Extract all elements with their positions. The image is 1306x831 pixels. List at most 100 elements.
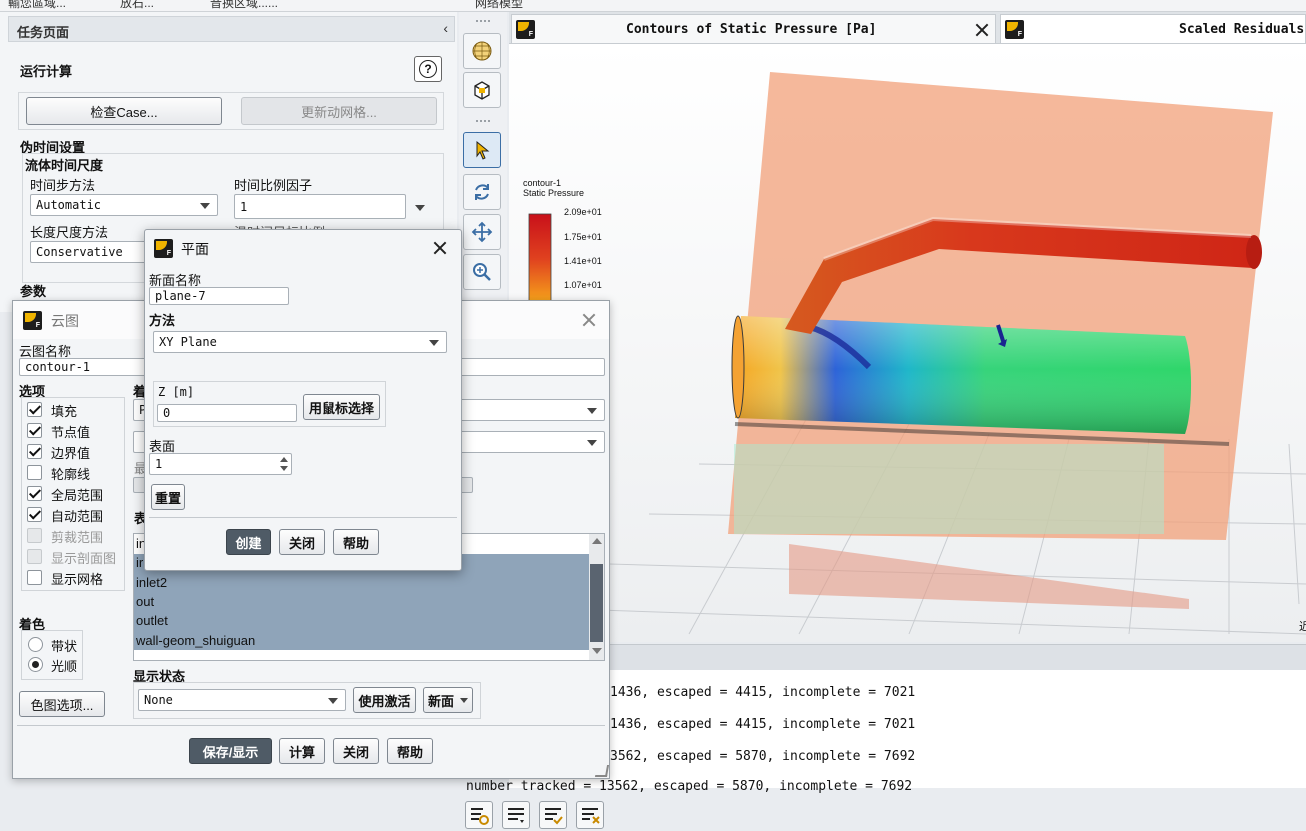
dialog-divider	[17, 725, 605, 726]
use-active-button[interactable]: 使用激活	[353, 687, 416, 713]
select-by-mouse-button[interactable]: 用鼠标选择	[303, 394, 380, 420]
contour-help-button[interactable]: 帮助	[387, 738, 433, 764]
list-scrollbar[interactable]	[589, 534, 604, 660]
length-scale-label: 长度尺度方法	[30, 225, 109, 240]
scroll-thumb[interactable]	[590, 564, 603, 642]
surface-spinner[interactable]: 1	[149, 453, 292, 475]
colormap-options-button[interactable]: 色图选项...	[19, 691, 105, 717]
option-checkbox-2[interactable]	[27, 444, 42, 459]
option-checkbox-3[interactable]	[27, 465, 42, 480]
z-label: Z [m]	[158, 385, 195, 399]
deselect-all-button[interactable]	[576, 801, 604, 829]
surface-list-item[interactable]: out	[136, 594, 154, 609]
spin-down-icon[interactable]	[280, 466, 288, 471]
graphics-tab-pressure[interactable]: F Contours of Static Pressure [Pa]	[511, 14, 996, 44]
filter-list-icon	[508, 808, 524, 823]
contour-close-button[interactable]: 关闭	[333, 738, 379, 764]
plane-help-button[interactable]: 帮助	[333, 529, 379, 555]
option-checkbox-8[interactable]	[27, 570, 42, 585]
pan-tool[interactable]	[463, 214, 501, 250]
plane-close-icon[interactable]	[432, 240, 448, 256]
z-value: 0	[163, 406, 171, 420]
plane-close-button[interactable]: 关闭	[279, 529, 325, 555]
method-value: XY Plane	[159, 335, 217, 349]
task-panel-header: 任务页面 ‹	[8, 16, 455, 42]
new-name-value: plane-7	[155, 289, 206, 303]
rotate-tool[interactable]	[463, 174, 501, 210]
plane-dialog-title: 平面	[181, 241, 209, 257]
surface-spinner-value: 1	[155, 457, 163, 471]
top-tab-5[interactable]: 网络模型	[475, 0, 523, 11]
compute-button[interactable]: 计算	[279, 738, 325, 764]
console-header	[509, 644, 1306, 670]
graphics-viewport[interactable]: contour-1 Static Pressure 2.09e+01 1.75e…	[509, 44, 1306, 642]
help-button[interactable]: ?	[414, 56, 442, 82]
mesh-sphere-tool[interactable]	[463, 33, 501, 69]
fluent-logo-icon-4: F	[154, 239, 173, 258]
new-state-button[interactable]: 新面	[423, 687, 473, 713]
sphere-icon	[472, 41, 492, 61]
surface-group-icon	[471, 808, 489, 825]
zoom-icon	[473, 263, 491, 281]
surface-list-item[interactable]: wall-geom_shuiguan	[136, 633, 255, 648]
surface-list-item[interactable]: inlet2	[136, 575, 167, 590]
params-label: 参数	[20, 284, 47, 299]
top-tab-strip: 輸您區域... 放石... 音换区域...... 网络模型	[0, 0, 1306, 12]
plane-dialog: F 平面 新面名称 plane-7 方法 XY Plane Z [m] 0 用鼠…	[144, 229, 462, 571]
option-label-3: 轮廓线	[51, 467, 91, 482]
display-state-value: None	[144, 693, 173, 707]
legend-variable: Static Pressure	[523, 188, 585, 198]
scroll-down-icon[interactable]	[592, 648, 602, 654]
contour-dialog-title: 云图	[51, 313, 79, 329]
reset-button[interactable]: 重置	[151, 484, 185, 510]
plane-divider	[149, 517, 457, 518]
legend-tick-2: 1.75e+01	[564, 232, 602, 242]
display-state-select[interactable]: None	[138, 689, 346, 711]
option-checkbox-4[interactable]	[27, 486, 42, 501]
rotate-icon	[475, 184, 489, 200]
create-button[interactable]: 创建	[226, 529, 271, 555]
top-tab-2[interactable]: 放石...	[120, 0, 154, 11]
time-scale-factor-dropdown[interactable]	[410, 194, 432, 219]
option-label-7: 显示剖面图	[51, 551, 117, 566]
time-scale-factor-input[interactable]: 1	[234, 194, 406, 219]
surface-filter-button[interactable]	[502, 801, 530, 829]
option-checkbox-0[interactable]	[27, 402, 42, 417]
graphics-tab-pressure-title: Contours of Static Pressure [Pa]	[626, 22, 877, 37]
radio-banded-label: 带状	[51, 639, 78, 654]
radio-banded[interactable]	[28, 637, 43, 652]
select-pointer-tool[interactable]	[463, 132, 501, 168]
zoom-tool[interactable]	[463, 254, 501, 290]
option-checkbox-5[interactable]	[27, 507, 42, 522]
resize-grip-icon[interactable]	[594, 765, 610, 777]
check-case-button[interactable]: 检查Case...	[26, 97, 222, 125]
method-select[interactable]: XY Plane	[153, 331, 447, 353]
save-display-button[interactable]: 保存/显示	[189, 738, 272, 764]
surface-group-button[interactable]	[465, 801, 493, 829]
collapse-icon[interactable]: ‹	[443, 20, 448, 36]
view-cube-tool[interactable]	[463, 72, 501, 108]
update-mesh-button: 更新动网格...	[241, 97, 437, 125]
new-name-input[interactable]: plane-7	[149, 287, 289, 305]
z-input[interactable]: 0	[157, 404, 297, 422]
graphics-tab-residuals-title: Scaled Residuals	[1179, 22, 1305, 37]
option-checkbox-1[interactable]	[27, 423, 42, 438]
surface-list-item[interactable]: ir	[136, 555, 143, 570]
spin-up-icon[interactable]	[280, 457, 288, 462]
radio-smooth[interactable]	[28, 657, 43, 672]
top-tab-3[interactable]: 音换区域......	[210, 0, 278, 11]
contour-close-icon[interactable]	[581, 312, 597, 328]
length-scale-select[interactable]: Conservative	[30, 241, 150, 263]
toolbar-grip-mid	[476, 120, 490, 122]
run-calc-title: 运行计算	[20, 64, 73, 79]
time-step-method-select[interactable]: Automatic	[30, 194, 218, 216]
toolbar-grip-top	[476, 20, 490, 22]
graphics-tab-residuals[interactable]: F Scaled Residuals	[1000, 14, 1306, 44]
cube-icon	[474, 81, 490, 100]
top-tab-1[interactable]: 輸您區域...	[8, 0, 66, 11]
scroll-up-icon[interactable]	[592, 538, 602, 544]
close-tab-icon[interactable]	[974, 22, 990, 38]
option-checkbox-6	[27, 528, 42, 543]
select-all-button[interactable]	[539, 801, 567, 829]
surface-list-item[interactable]: outlet	[136, 613, 168, 628]
